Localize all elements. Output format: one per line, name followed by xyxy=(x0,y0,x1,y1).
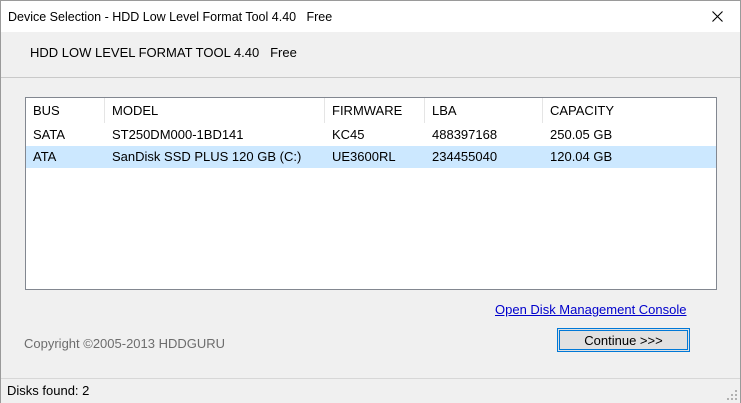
cell-model: SanDisk SSD PLUS 120 GB (C:) xyxy=(112,149,302,164)
header-band: HDD LOW LEVEL FORMAT TOOL 4.40 Free xyxy=(1,32,740,77)
cell-lba: 234455040 xyxy=(432,149,498,164)
copyright-text: Copyright ©2005-2013 HDDGURU xyxy=(24,336,226,351)
status-bar: Disks found: 2 xyxy=(1,378,740,403)
cell-capacity: 120.04 GB xyxy=(550,149,613,164)
disk-row-sata[interactable]: SATA ST250DM000-1BD141 KC45 488397168 25… xyxy=(26,124,716,146)
disks-found-status: Disks found: 2 xyxy=(7,383,90,398)
open-disk-management-link[interactable]: Open Disk Management Console xyxy=(495,302,687,317)
disk-list[interactable]: BUS MODEL FIRMWARE LBA CAPACITY SATA ST2… xyxy=(25,97,717,290)
cell-bus: SATA xyxy=(33,127,66,142)
disk-row-ata[interactable]: ATA SanDisk SSD PLUS 120 GB (C:) UE3600R… xyxy=(26,146,716,168)
window-title: Device Selection - HDD Low Level Format … xyxy=(8,10,333,24)
device-selection-window: Device Selection - HDD Low Level Format … xyxy=(0,0,741,403)
resize-grip-icon[interactable] xyxy=(726,389,738,401)
disk-list-header: BUS MODEL FIRMWARE LBA CAPACITY xyxy=(26,98,716,123)
cell-capacity: 250.05 GB xyxy=(550,127,613,142)
cell-lba: 488397168 xyxy=(432,127,498,142)
column-header-capacity[interactable]: CAPACITY xyxy=(543,98,716,123)
column-header-lba[interactable]: LBA xyxy=(425,98,543,123)
header-divider xyxy=(1,77,740,78)
title-bar: Device Selection - HDD Low Level Format … xyxy=(1,1,740,32)
column-header-firmware[interactable]: FIRMWARE xyxy=(325,98,425,123)
cell-bus: ATA xyxy=(33,149,57,164)
cell-firmware: UE3600RL xyxy=(332,149,396,164)
continue-button[interactable]: Continue >>> xyxy=(557,328,690,352)
cell-model: ST250DM000-1BD141 xyxy=(112,127,244,142)
close-icon xyxy=(711,11,723,22)
cell-firmware: KC45 xyxy=(332,127,365,142)
close-button[interactable] xyxy=(694,1,740,32)
column-header-bus[interactable]: BUS xyxy=(26,98,105,123)
column-header-model[interactable]: MODEL xyxy=(105,98,325,123)
app-header-title: HDD LOW LEVEL FORMAT TOOL 4.40 Free xyxy=(30,45,297,60)
